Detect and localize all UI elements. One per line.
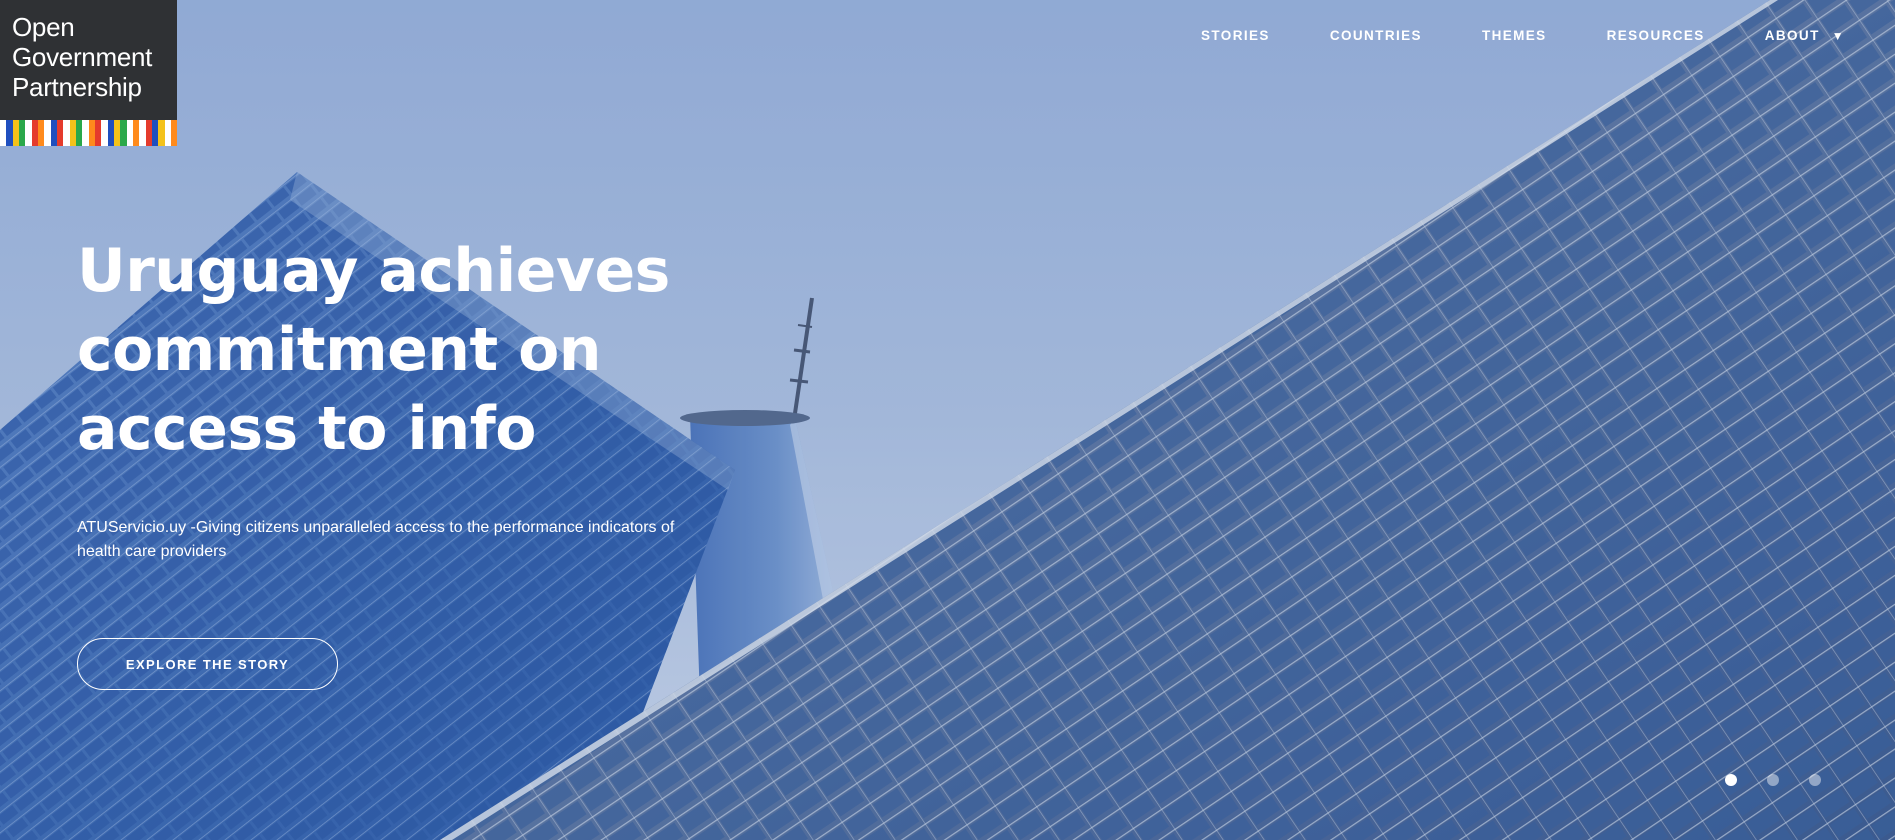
nav-item-label: ABOUT: [1764, 28, 1820, 43]
ogp-logo[interactable]: Open Government Partnership: [0, 0, 178, 146]
logo-wordmark: Open Government Partnership: [12, 12, 172, 102]
hero-subtitle: ATUServicio.uy -Giving citizens unparall…: [77, 519, 675, 560]
nav-item-countries[interactable]: COUNTRIES: [1330, 28, 1422, 43]
nav-item-about[interactable]: ABOUT ▼: [1765, 28, 1845, 43]
explore-story-button-label: EXPLORE THE STORY: [125, 656, 290, 672]
logo-line-1: Open: [12, 12, 75, 42]
hero-headline: Uruguay achieves commitment on access to…: [77, 232, 717, 469]
logo-line-3: Partnership: [12, 72, 142, 102]
caret-down-icon: ▼: [1831, 28, 1845, 43]
nav-item-stories[interactable]: STORIES: [1201, 28, 1270, 43]
headline-line-1: Uruguay achieves: [77, 236, 670, 306]
hero-section: Open Government Partnership STORIES COUN…: [0, 0, 1895, 840]
nav-item-label: THEMES: [1481, 28, 1547, 43]
nav-item-resources[interactable]: RESOURCES: [1607, 28, 1705, 43]
slider-dot-1[interactable]: [1725, 774, 1737, 786]
nav-item-label: STORIES: [1201, 28, 1270, 43]
nav-item-label: COUNTRIES: [1329, 28, 1422, 43]
slider-dot-2[interactable]: [1767, 774, 1779, 786]
nav-item-themes[interactable]: THEMES: [1482, 28, 1547, 43]
logo-color-stripes: [0, 120, 178, 146]
main-navigation: STORIES COUNTRIES THEMES RESOURCES ABOUT…: [1141, 28, 1845, 43]
slider-pagination: [1725, 774, 1851, 786]
explore-story-button[interactable]: EXPLORE THE STORY: [77, 638, 338, 690]
slider-dot-3[interactable]: [1809, 774, 1821, 786]
headline-line-3: access to info: [77, 394, 537, 464]
nav-item-label: RESOURCES: [1606, 28, 1705, 43]
logo-line-2: Government: [12, 42, 153, 72]
headline-line-2: commitment on: [77, 315, 602, 385]
logo-stripe: [170, 120, 178, 146]
